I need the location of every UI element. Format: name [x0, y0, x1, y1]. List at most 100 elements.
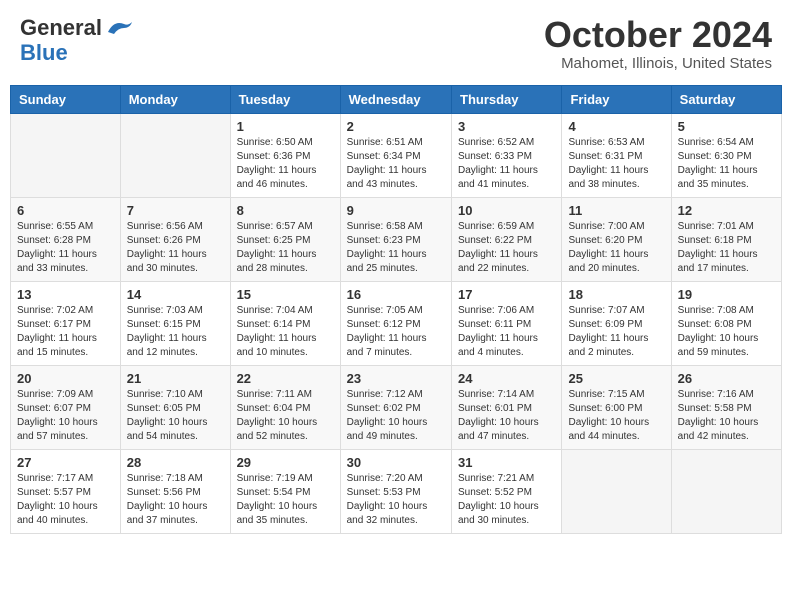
day-info: Sunrise: 7:18 AMSunset: 5:56 PMDaylight:… — [127, 472, 224, 528]
calendar-cell-w5-d2: 28 Sunrise: 7:18 AMSunset: 5:56 PMDayligh… — [120, 449, 230, 533]
day-number: 27 — [17, 455, 114, 470]
calendar-cell-w5-d3: 29Sunrise: 7:19 AMSunset: 5:54 PMDayligh… — [230, 449, 340, 533]
calendar-week-4: 20 Sunrise: 7:09 AMSunset: 6:07 PMDayligh… — [11, 365, 782, 449]
calendar-cell-w1-d1 — [11, 113, 121, 197]
day-info: Sunrise: 7:15 AMSunset: 6:00 PMDaylight:… — [568, 388, 664, 444]
day-number: 11 — [568, 203, 664, 218]
day-number: 19 — [678, 287, 775, 302]
day-info: Sunrise: 6:54 AMSunset: 6:30 PMDaylight:… — [678, 136, 775, 192]
calendar-cell-w4-d1: 20 Sunrise: 7:09 AMSunset: 6:07 PMDayligh… — [11, 365, 121, 449]
calendar-cell-w4-d4: 23Sunrise: 7:12 AMSunset: 6:02 PMDayligh… — [340, 365, 451, 449]
day-info: Sunrise: 7:07 AMSunset: 6:09 PMDaylight:… — [568, 304, 664, 360]
day-number: 10 — [458, 203, 555, 218]
day-info: Sunrise: 6:57 AMSunset: 6:25 PMDaylight:… — [237, 220, 334, 276]
day-number: 17 — [458, 287, 555, 302]
day-info: Sunrise: 7:08 AMSunset: 6:08 PMDaylight:… — [678, 304, 775, 360]
day-number: 13 — [17, 287, 114, 302]
calendar-cell-w4-d3: 22 Sunrise: 7:11 AMSunset: 6:04 PMDayligh… — [230, 365, 340, 449]
day-number: 4 — [568, 119, 664, 134]
day-info: Sunrise: 7:12 AMSunset: 6:02 PMDaylight:… — [347, 388, 445, 444]
day-info: Sunrise: 7:10 AMSunset: 6:05 PMDaylight:… — [127, 388, 224, 444]
day-number: 20 — [17, 371, 114, 386]
col-wednesday: Wednesday — [340, 85, 451, 113]
day-number: 24 — [458, 371, 555, 386]
calendar-cell-w3-d6: 18 Sunrise: 7:07 AMSunset: 6:09 PMDayligh… — [562, 281, 671, 365]
day-number: 28 — [127, 455, 224, 470]
calendar-cell-w3-d2: 14 Sunrise: 7:03 AMSunset: 6:15 PMDayligh… — [120, 281, 230, 365]
col-tuesday: Tuesday — [230, 85, 340, 113]
day-number: 8 — [237, 203, 334, 218]
day-number: 16 — [347, 287, 445, 302]
col-saturday: Saturday — [671, 85, 781, 113]
calendar-cell-w4-d6: 25 Sunrise: 7:15 AMSunset: 6:00 PMDayligh… — [562, 365, 671, 449]
calendar-cell-w3-d7: 19 Sunrise: 7:08 AMSunset: 6:08 PMDayligh… — [671, 281, 781, 365]
logo-general-text: General — [20, 15, 102, 40]
calendar-cell-w5-d7 — [671, 449, 781, 533]
day-info: Sunrise: 7:03 AMSunset: 6:15 PMDaylight:… — [127, 304, 224, 360]
logo-bird-icon — [104, 18, 132, 36]
day-number: 15 — [237, 287, 334, 302]
calendar-cell-w5-d1: 27Sunrise: 7:17 AMSunset: 5:57 PMDayligh… — [11, 449, 121, 533]
calendar-cell-w5-d6 — [562, 449, 671, 533]
day-info: Sunrise: 7:11 AMSunset: 6:04 PMDaylight:… — [237, 388, 334, 444]
calendar-header-row: Sunday Monday Tuesday Wednesday Thursday… — [11, 85, 782, 113]
calendar-cell-w3-d3: 15 Sunrise: 7:04 AMSunset: 6:14 PMDayligh… — [230, 281, 340, 365]
day-info: Sunrise: 6:50 AMSunset: 6:36 PMDaylight:… — [237, 136, 334, 192]
calendar-cell-w2-d2: 7 Sunrise: 6:56 AMSunset: 6:26 PMDaylight… — [120, 197, 230, 281]
calendar-cell-w3-d1: 13 Sunrise: 7:02 AMSunset: 6:17 PMDayligh… — [11, 281, 121, 365]
day-number: 25 — [568, 371, 664, 386]
day-info: Sunrise: 7:20 AMSunset: 5:53 PMDaylight:… — [347, 472, 445, 528]
calendar-week-2: 6 Sunrise: 6:55 AMSunset: 6:28 PMDaylight… — [11, 197, 782, 281]
calendar-cell-w3-d5: 17 Sunrise: 7:06 AMSunset: 6:11 PMDayligh… — [452, 281, 562, 365]
calendar-cell-w1-d3: 1 Sunrise: 6:50 AMSunset: 6:36 PMDaylight… — [230, 113, 340, 197]
calendar-cell-w4-d2: 21 Sunrise: 7:10 AMSunset: 6:05 PMDayligh… — [120, 365, 230, 449]
day-number: 1 — [237, 119, 334, 134]
calendar-week-5: 27Sunrise: 7:17 AMSunset: 5:57 PMDayligh… — [11, 449, 782, 533]
logo: General Blue — [20, 15, 132, 66]
day-info: Sunrise: 6:51 AMSunset: 6:34 PMDaylight:… — [347, 136, 445, 192]
calendar-cell-w1-d4: 2Sunrise: 6:51 AMSunset: 6:34 PMDaylight… — [340, 113, 451, 197]
calendar-cell-w2-d1: 6 Sunrise: 6:55 AMSunset: 6:28 PMDaylight… — [11, 197, 121, 281]
day-info: Sunrise: 6:56 AMSunset: 6:26 PMDaylight:… — [127, 220, 224, 276]
day-info: Sunrise: 6:58 AMSunset: 6:23 PMDaylight:… — [347, 220, 445, 276]
calendar-cell-w3-d4: 16 Sunrise: 7:05 AMSunset: 6:12 PMDayligh… — [340, 281, 451, 365]
calendar-cell-w2-d7: 12Sunrise: 7:01 AMSunset: 6:18 PMDayligh… — [671, 197, 781, 281]
calendar-cell-w4-d5: 24 Sunrise: 7:14 AMSunset: 6:01 PMDayligh… — [452, 365, 562, 449]
day-number: 22 — [237, 371, 334, 386]
calendar-cell-w1-d7: 5Sunrise: 6:54 AMSunset: 6:30 PMDaylight… — [671, 113, 781, 197]
logo-blue-text: Blue — [20, 40, 68, 65]
day-number: 14 — [127, 287, 224, 302]
calendar-cell-w5-d5: 31Sunrise: 7:21 AMSunset: 5:52 PMDayligh… — [452, 449, 562, 533]
day-info: Sunrise: 7:14 AMSunset: 6:01 PMDaylight:… — [458, 388, 555, 444]
col-sunday: Sunday — [11, 85, 121, 113]
day-info: Sunrise: 7:05 AMSunset: 6:12 PMDaylight:… — [347, 304, 445, 360]
calendar-cell-w4-d7: 26Sunrise: 7:16 AMSunset: 5:58 PMDayligh… — [671, 365, 781, 449]
day-info: Sunrise: 6:52 AMSunset: 6:33 PMDaylight:… — [458, 136, 555, 192]
day-info: Sunrise: 7:09 AMSunset: 6:07 PMDaylight:… — [17, 388, 114, 444]
calendar-cell-w2-d4: 9Sunrise: 6:58 AMSunset: 6:23 PMDaylight… — [340, 197, 451, 281]
day-info: Sunrise: 6:53 AMSunset: 6:31 PMDaylight:… — [568, 136, 664, 192]
day-info: Sunrise: 7:00 AMSunset: 6:20 PMDaylight:… — [568, 220, 664, 276]
day-number: 21 — [127, 371, 224, 386]
day-info: Sunrise: 6:55 AMSunset: 6:28 PMDaylight:… — [17, 220, 114, 276]
day-number: 29 — [237, 455, 334, 470]
col-friday: Friday — [562, 85, 671, 113]
day-info: Sunrise: 6:59 AMSunset: 6:22 PMDaylight:… — [458, 220, 555, 276]
calendar-cell-w2-d6: 11 Sunrise: 7:00 AMSunset: 6:20 PMDayligh… — [562, 197, 671, 281]
day-info: Sunrise: 7:21 AMSunset: 5:52 PMDaylight:… — [458, 472, 555, 528]
day-number: 7 — [127, 203, 224, 218]
calendar-cell-w2-d3: 8 Sunrise: 6:57 AMSunset: 6:25 PMDaylight… — [230, 197, 340, 281]
day-info: Sunrise: 7:06 AMSunset: 6:11 PMDaylight:… — [458, 304, 555, 360]
calendar-cell-w5-d4: 30 Sunrise: 7:20 AMSunset: 5:53 PMDayligh… — [340, 449, 451, 533]
month-title: October 2024 — [544, 15, 772, 55]
day-number: 30 — [347, 455, 445, 470]
day-number: 26 — [678, 371, 775, 386]
day-number: 18 — [568, 287, 664, 302]
col-monday: Monday — [120, 85, 230, 113]
day-number: 6 — [17, 203, 114, 218]
day-number: 3 — [458, 119, 555, 134]
day-info: Sunrise: 7:04 AMSunset: 6:14 PMDaylight:… — [237, 304, 334, 360]
calendar-week-3: 13 Sunrise: 7:02 AMSunset: 6:17 PMDayligh… — [11, 281, 782, 365]
page-header: General Blue October 2024 Mahomet, Illin… — [10, 10, 782, 77]
day-info: Sunrise: 7:02 AMSunset: 6:17 PMDaylight:… — [17, 304, 114, 360]
